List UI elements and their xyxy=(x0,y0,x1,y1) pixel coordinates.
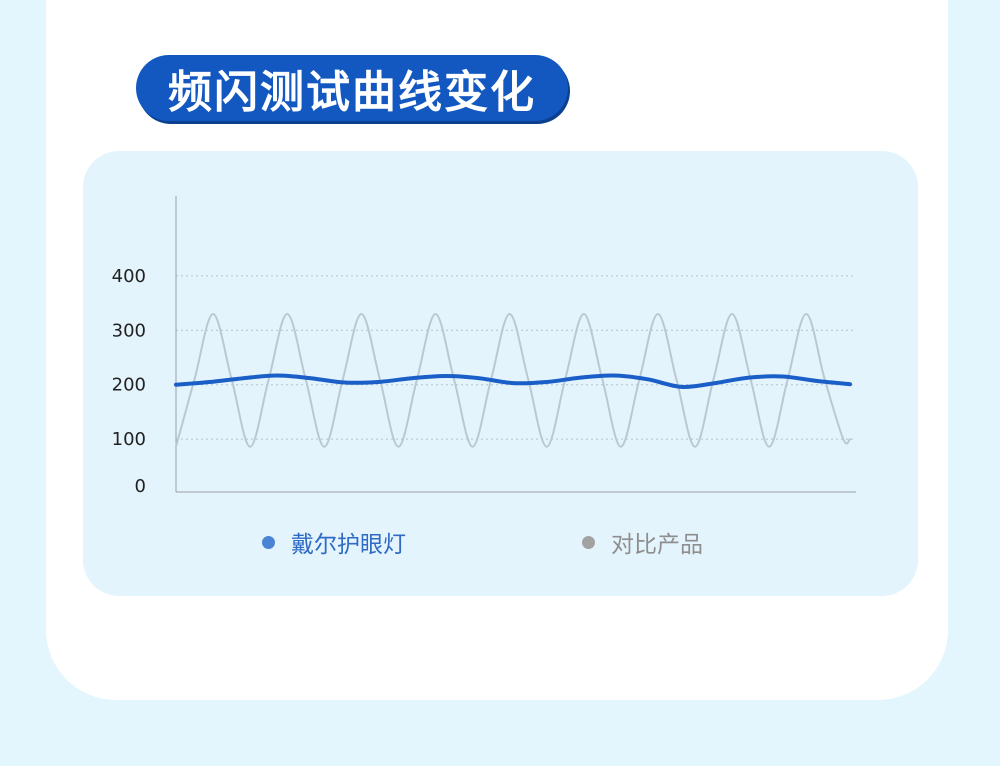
legend-label-dell: 戴尔护眼灯 xyxy=(291,532,406,558)
flicker-chart: 0 100 200 300 400 xyxy=(112,196,856,497)
y-tick-label-200: 200 xyxy=(112,375,146,396)
legend-label-competitor: 对比产品 xyxy=(611,532,703,558)
legend-dot-dell xyxy=(262,535,275,549)
y-tick-label-300: 300 xyxy=(112,320,146,341)
y-tick-label-100: 100 xyxy=(112,429,146,450)
y-tick-label-0: 0 xyxy=(135,476,146,497)
series-line-competitor xyxy=(175,312,851,448)
legend-item-competitor: 对比产品 xyxy=(582,527,703,558)
series-line-dell xyxy=(174,373,852,389)
y-tick-label-400: 400 xyxy=(112,266,146,287)
legend-dot-competitor xyxy=(582,535,595,549)
legend-item-dell: 戴尔护眼灯 xyxy=(262,527,406,558)
